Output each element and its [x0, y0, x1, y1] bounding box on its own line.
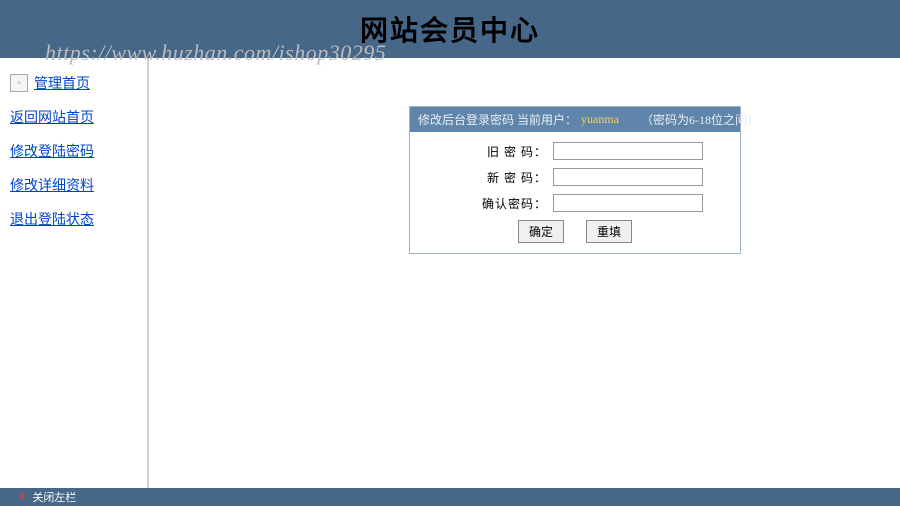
sidebar-link[interactable]: 返回网站首页 — [10, 107, 94, 127]
form-body: 旧 密 码： 新 密 码： 确认密码： 确定 重填 — [410, 132, 740, 253]
close-icon[interactable]: ✕ — [18, 492, 26, 503]
sidebar-item-password[interactable]: 修改登陆密码 — [0, 134, 147, 168]
page-title: 网站会员中心 — [360, 9, 540, 49]
current-username: yuanma — [581, 112, 619, 127]
new-password-input[interactable] — [553, 168, 703, 186]
form-title-prefix: 修改后台登录密码 当前用户： — [418, 111, 577, 128]
confirm-password-row: 确认密码： — [422, 194, 728, 212]
submit-button[interactable]: 确定 — [518, 220, 564, 243]
sidebar-item-logout[interactable]: 退出登陆状态 — [0, 202, 147, 236]
main-area: ▫ 管理首页 返回网站首页 修改登陆密码 修改详细资料 退出登陆状态 修改后台登… — [0, 58, 900, 488]
button-row: 确定 重填 — [422, 220, 728, 243]
reset-button[interactable]: 重填 — [586, 220, 632, 243]
password-form-panel: 修改后台登录密码 当前用户： yuanma （密码为6-18位之间） 旧 密 码… — [409, 106, 741, 254]
sidebar-link[interactable]: 管理首页 — [34, 73, 90, 93]
old-password-label: 旧 密 码： — [447, 143, 547, 160]
footer-bar: ✕ 关闭左栏 — [0, 488, 900, 506]
new-password-label: 新 密 码： — [447, 169, 547, 186]
close-sidebar-label[interactable]: 关闭左栏 — [32, 489, 76, 505]
confirm-password-label: 确认密码： — [447, 195, 547, 212]
old-password-input[interactable] — [553, 142, 703, 160]
confirm-password-input[interactable] — [553, 194, 703, 212]
broken-image-icon: ▫ — [10, 74, 28, 92]
sidebar: ▫ 管理首页 返回网站首页 修改登陆密码 修改详细资料 退出登陆状态 — [0, 58, 147, 488]
sidebar-item-back[interactable]: 返回网站首页 — [0, 100, 147, 134]
sidebar-item-home[interactable]: ▫ 管理首页 — [0, 66, 147, 100]
new-password-row: 新 密 码： — [422, 168, 728, 186]
sidebar-item-profile[interactable]: 修改详细资料 — [0, 168, 147, 202]
sidebar-link[interactable]: 退出登陆状态 — [10, 209, 94, 229]
page-header: 网站会员中心 — [0, 0, 900, 58]
old-password-row: 旧 密 码： — [422, 142, 728, 160]
sidebar-link[interactable]: 修改详细资料 — [10, 175, 94, 195]
content-area: 修改后台登录密码 当前用户： yuanma （密码为6-18位之间） 旧 密 码… — [149, 58, 900, 488]
sidebar-link[interactable]: 修改登陆密码 — [10, 141, 94, 161]
password-hint: （密码为6-18位之间） — [641, 111, 759, 128]
form-header: 修改后台登录密码 当前用户： yuanma （密码为6-18位之间） — [410, 107, 740, 132]
